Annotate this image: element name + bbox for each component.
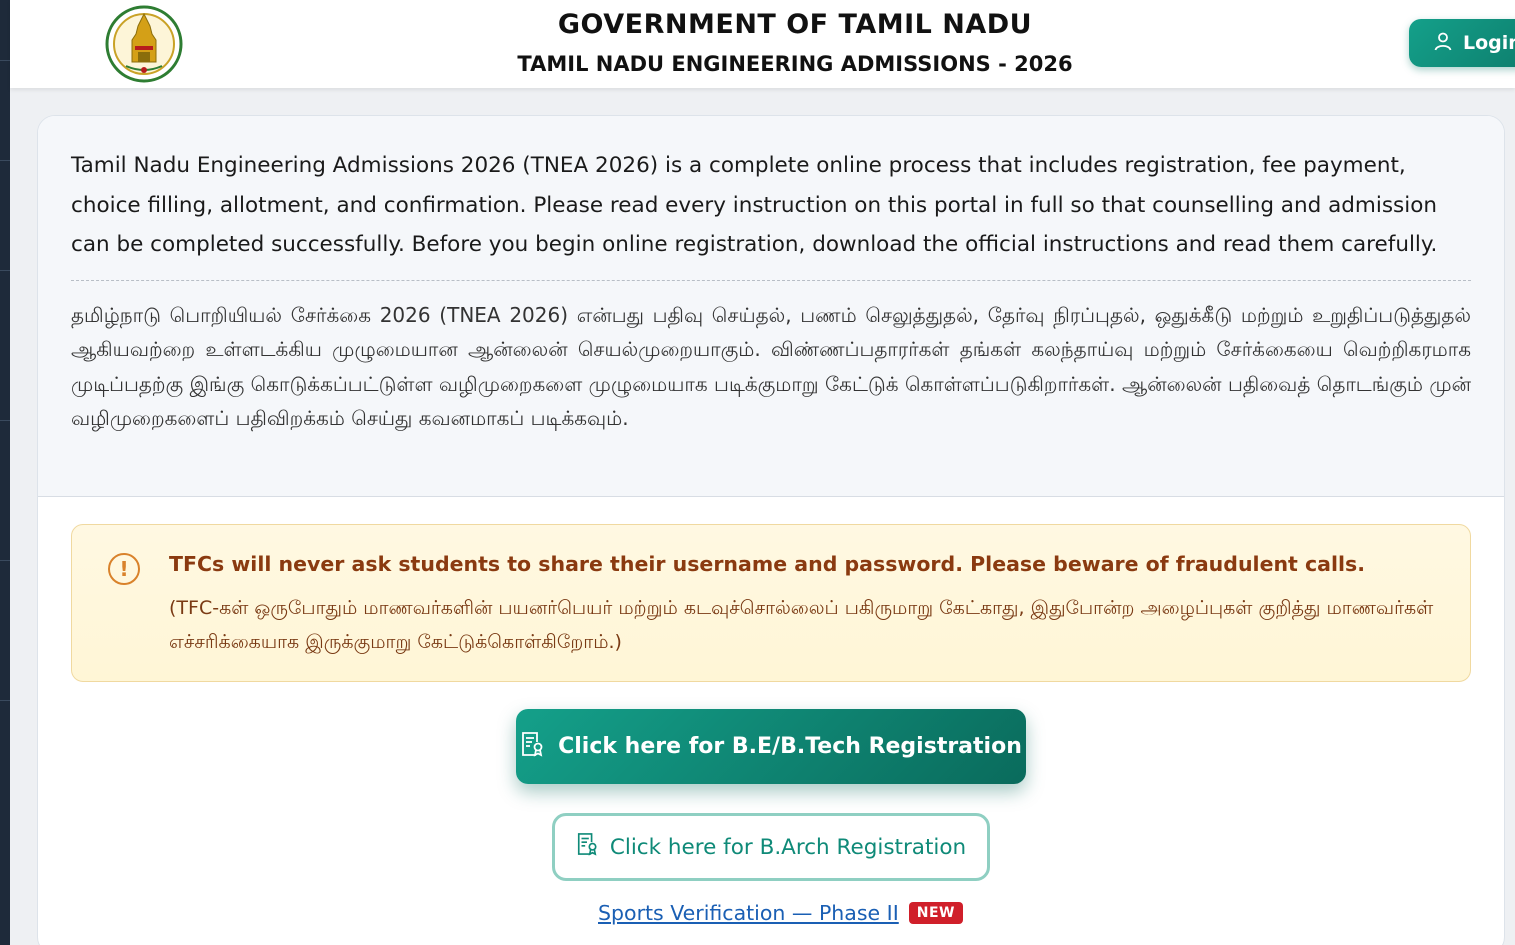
registration-form-icon — [576, 832, 598, 862]
user-icon — [1433, 31, 1453, 56]
left-window-strip — [0, 0, 10, 945]
login-label: Login — [1463, 32, 1515, 54]
warning-tamil-text: (TFC-கள் ஒருபோதும் மாணவர்களின் பயனர்பெயர… — [169, 597, 1434, 653]
fraud-warning-banner: ! TFCs will never ask students to share … — [71, 524, 1471, 682]
new-badge: NEW — [908, 902, 963, 924]
government-title: GOVERNMENT OF TAMIL NADU — [557, 9, 1033, 40]
barch-label: Click here for B.Arch Registration — [609, 834, 967, 860]
tamil-nadu-emblem-logo — [104, 4, 184, 84]
exclamation-circle-icon: ! — [108, 553, 140, 585]
main-card: Tamil Nadu Engineering Admissions 2026 (… — [37, 115, 1505, 945]
sports-verification-link[interactable]: Sports Verification — Phase II — [598, 901, 899, 925]
intro-english-text: Tamil Nadu Engineering Admissions 2026 (… — [71, 153, 1438, 257]
intro-divider — [71, 279, 1471, 281]
be-btech-registration-button[interactable]: Click here for B.E/B.Tech Registration — [516, 709, 1026, 784]
sports-verification-row: Sports Verification — Phase II NEW — [598, 898, 978, 928]
intro-tamil-text: தமிழ்நாடு பொறியியல் சேர்க்கை 2026 (TNEA … — [71, 302, 1471, 431]
admissions-title: TAMIL NADU ENGINEERING ADMISSIONS - 2026 — [517, 52, 1073, 76]
login-button[interactable]: Login — [1409, 19, 1515, 67]
be-btech-label: Click here for B.E/B.Tech Registration — [558, 734, 1022, 759]
site-header: GOVERNMENT OF TAMIL NADU TAMIL NADU ENGI… — [10, 0, 1515, 88]
partially-visible-link[interactable] — [678, 938, 928, 945]
warning-english-text: TFCs will never ask students to share th… — [169, 552, 1366, 576]
intro-section: Tamil Nadu Engineering Admissions 2026 (… — [38, 116, 1504, 497]
barch-registration-button[interactable]: Click here for B.Arch Registration — [552, 813, 990, 881]
registration-form-icon — [520, 731, 544, 763]
